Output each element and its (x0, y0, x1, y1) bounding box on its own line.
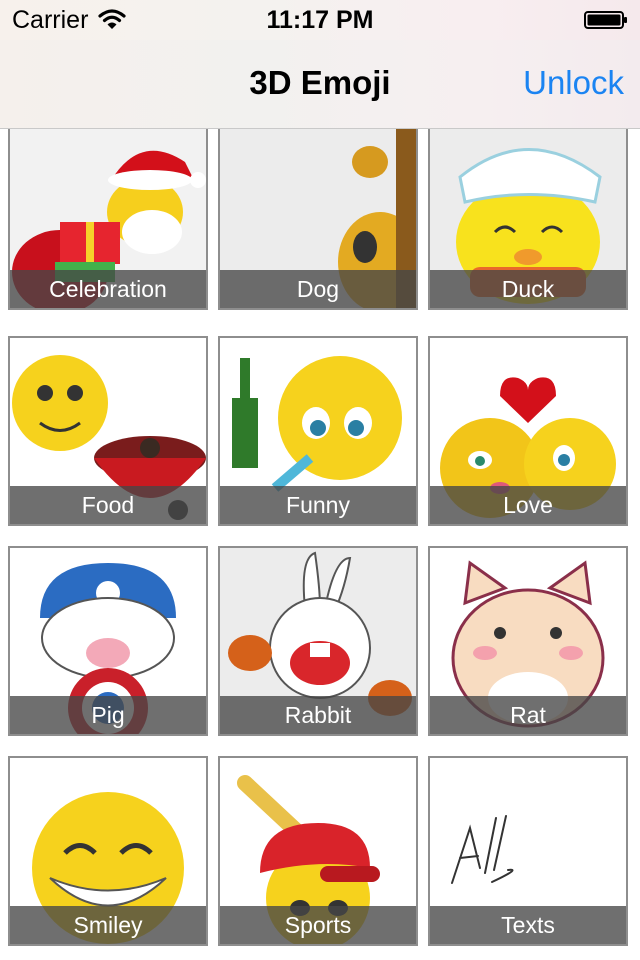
unlock-button[interactable]: Unlock (523, 64, 624, 102)
category-tile-pig[interactable]: Pig (8, 546, 208, 736)
tile-label: Food (10, 486, 206, 524)
category-tile-funny[interactable]: Funny (218, 336, 418, 526)
category-tile-duck[interactable]: Duck (428, 126, 628, 310)
category-tile-celebration[interactable]: Celebration (8, 126, 208, 310)
tile-label: Rat (430, 696, 626, 734)
navigation-bar: 3D Emoji Unlock (0, 40, 640, 129)
tile-label: Dog (220, 270, 416, 308)
tile-label: Sports (220, 906, 416, 944)
category-tile-love[interactable]: Love (428, 336, 628, 526)
status-bar: Carrier 11:17 PM (0, 0, 640, 40)
category-tile-smiley[interactable]: Smiley (8, 756, 208, 946)
tile-label: Duck (430, 270, 626, 308)
battery-icon (584, 11, 627, 29)
category-grid: Celebration Dog Duck Food Funny Love Pig… (0, 126, 640, 960)
category-tile-rabbit[interactable]: Rabbit (218, 546, 418, 736)
tile-label: Love (430, 486, 626, 524)
tile-label: Smiley (10, 906, 206, 944)
tile-label: Celebration (10, 270, 206, 308)
clock: 11:17 PM (266, 6, 374, 34)
category-tile-rat[interactable]: Rat (428, 546, 628, 736)
tile-label: Funny (220, 486, 416, 524)
category-tile-food[interactable]: Food (8, 336, 208, 526)
tile-label: Pig (10, 696, 206, 734)
category-tile-sports[interactable]: Sports (218, 756, 418, 946)
tile-label: Texts (430, 906, 626, 944)
category-tile-texts[interactable]: Texts (428, 756, 628, 946)
category-tile-dog[interactable]: Dog (218, 126, 418, 310)
tile-label: Rabbit (220, 696, 416, 734)
